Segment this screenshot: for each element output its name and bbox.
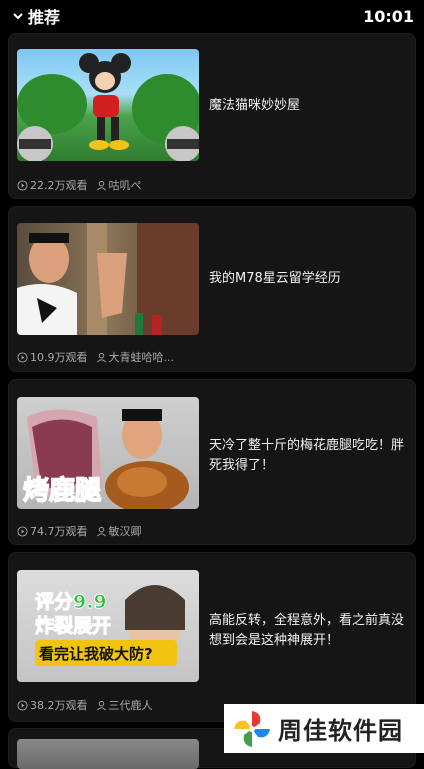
video-meta: 74.7万观看 敏汉卿 (17, 523, 142, 539)
video-thumbnail[interactable] (17, 223, 199, 335)
user-icon (96, 526, 106, 536)
play-circle-icon (17, 699, 28, 711)
video-title[interactable]: 我的M78星云留学经历 (209, 269, 405, 289)
clock: 10:01 (363, 6, 414, 26)
video-title[interactable]: 天冷了整十斤的梅花鹿腿吃吃！胖死我得了！ (209, 436, 405, 476)
thumbnail-line2: 炸裂展开 (35, 614, 111, 637)
view-count: 22.2万观看 (17, 177, 88, 193)
top-bar: 推荐 10:01 (0, 0, 424, 32)
video-card[interactable]: 评分9.9 炸裂展开 看完让我破大防? 高能反转，全程意外，看之前真没想到会是这… (8, 552, 416, 722)
thumbnail-line3: 看完让我破大防? (39, 645, 153, 663)
watermark-text: 周佳软件园 (278, 717, 403, 745)
view-count: 74.7万观看 (17, 523, 88, 539)
video-meta: 38.2万观看 三代鹿人 (17, 697, 153, 713)
user-icon (96, 700, 106, 710)
video-card[interactable]: 魔法猫咪妙妙屋 22.2万观看 咕叽ぺ (8, 33, 416, 199)
video-meta: 10.9万观看 大青蛙哈哈... (17, 349, 174, 365)
thumbnail-caption: 烤鹿腿 (23, 475, 101, 506)
user-icon (96, 180, 106, 190)
view-count: 38.2万观看 (17, 697, 88, 713)
thumbnail-line1: 评分9.9 (35, 591, 107, 613)
video-thumbnail[interactable]: 评分9.9 炸裂展开 看完让我破大防? (17, 570, 199, 682)
page-title: 推荐 (28, 8, 61, 27)
video-thumbnail[interactable]: 烤鹿腿 (17, 397, 199, 509)
video-meta: 22.2万观看 咕叽ぺ (17, 177, 142, 193)
author[interactable]: 咕叽ぺ (96, 177, 142, 193)
author[interactable]: 三代鹿人 (96, 697, 153, 713)
pinwheel-logo-icon (234, 710, 270, 747)
video-thumbnail[interactable] (17, 49, 199, 161)
video-title[interactable]: 魔法猫咪妙妙屋 (209, 96, 405, 116)
recommend-dropdown[interactable]: 推荐 (12, 4, 60, 28)
author[interactable]: 敏汉卿 (96, 523, 142, 539)
view-count: 10.9万观看 (17, 349, 88, 365)
video-card[interactable]: 烤鹿腿 天冷了整十斤的梅花鹿腿吃吃！胖死我得了！ 74.7万观看 敏汉卿 (8, 379, 416, 545)
watermark-logo: 周佳软件园 (224, 704, 424, 753)
video-title[interactable]: 高能反转，全程意外，看之前真没想到会是这种神展开！ (209, 611, 405, 651)
play-circle-icon (17, 351, 28, 363)
user-icon (96, 352, 106, 362)
play-circle-icon (17, 179, 28, 191)
video-thumbnail[interactable] (17, 739, 199, 769)
chevron-down-icon (13, 13, 23, 20)
video-card[interactable]: 我的M78星云留学经历 10.9万观看 大青蛙哈哈... (8, 206, 416, 372)
author[interactable]: 大青蛙哈哈... (96, 349, 174, 365)
play-circle-icon (17, 525, 28, 537)
